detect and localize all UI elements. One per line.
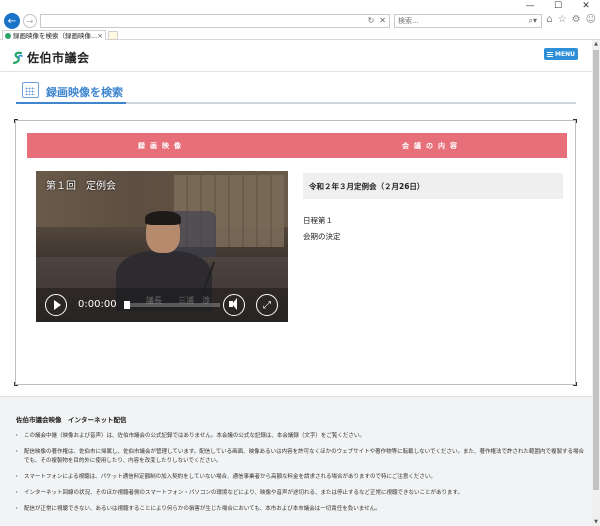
note-item: この議会中継（映像および音声）は、佐伯市議会の公式記録ではありません。本会議の公… xyxy=(14,432,586,441)
page-heading: 録画映像を検索 xyxy=(16,80,576,105)
hamburger-icon xyxy=(547,51,554,57)
notes-list: この議会中継（映像および音声）は、佐伯市議会の公式記録ではありません。本会議の公… xyxy=(14,432,586,521)
corner-mark xyxy=(14,119,18,123)
arrow-left-icon: ← xyxy=(7,15,17,27)
arrow-right-icon: → xyxy=(26,16,34,26)
video-frame-speaker-hair xyxy=(145,211,181,225)
note-item: インターネット回線の状況、そのほか視聴者側のスマートフォン・パソコンの環境などに… xyxy=(14,489,586,498)
scroll-down-icon[interactable]: ▼ xyxy=(592,518,600,526)
corner-mark xyxy=(573,119,577,123)
video-player[interactable]: 第１回 定例会 議長 三浦 渉 0:00:00 ⤢ xyxy=(36,171,288,322)
note-item: スマートフォンによる視聴は、パケット通信料定額制の加入契約をしていない場合、通信… xyxy=(14,473,586,482)
video-controls: 0:00:00 ⤢ xyxy=(36,288,288,322)
window-titlebar: — ☐ ✕ xyxy=(0,0,600,12)
video-caption: 第１回 定例会 xyxy=(46,181,116,192)
minimize-button[interactable]: — xyxy=(516,0,544,12)
browser-tabbar: 録画映像を検索（録画映像... × xyxy=(0,30,600,41)
gear-icon[interactable]: ⚙ xyxy=(572,14,581,25)
video-progress-bar[interactable] xyxy=(124,303,220,307)
forward-button[interactable]: → xyxy=(23,14,37,28)
video-time: 0:00:00 xyxy=(78,299,117,310)
agenda-item[interactable]: 会期の決定 xyxy=(303,229,341,245)
session-title: 令和２年３月定例会（２月26日） xyxy=(309,182,425,191)
logo-text: 佐伯市議会 xyxy=(27,51,90,65)
site-favicon-icon xyxy=(5,33,11,39)
home-icon[interactable]: ⌂ xyxy=(546,14,552,25)
scrollbar-thumb[interactable] xyxy=(593,50,599,490)
menu-button[interactable]: MENU xyxy=(544,48,578,60)
note-item: 配信が正常に視聴できない、あるいは視聴することにより何らかの損害が生じた場合にお… xyxy=(14,505,586,514)
calendar-icon xyxy=(22,82,39,98)
session-box: 令和２年３月定例会（２月26日） xyxy=(303,173,563,199)
address-bar[interactable]: ↻ ✕ xyxy=(40,14,390,28)
notes-title: 佐伯市議会映像 インターネット配信 xyxy=(16,416,127,424)
browser-toolbar-icons: ⌂ ☆ ⚙ ☺ xyxy=(546,14,596,25)
back-button[interactable]: ← xyxy=(4,13,20,29)
maximize-button[interactable]: ☐ xyxy=(544,0,572,12)
corner-mark xyxy=(573,382,577,386)
video-progress-handle[interactable] xyxy=(124,301,130,309)
page-title: 録画映像を検索 xyxy=(46,86,123,99)
note-item: 配信映像の著作権は、佐伯市に帰属し、佐伯市議会が管理しています。配信している画面… xyxy=(14,448,586,466)
star-icon[interactable]: ☆ xyxy=(558,14,567,25)
smiley-icon[interactable]: ☺ xyxy=(586,14,596,25)
heading-divider-accent xyxy=(16,102,126,104)
video-panel: 録画映像 会議の内容 第１回 定例会 議長 三浦 渉 0:00:00 ⤢ 令和２… xyxy=(14,119,577,386)
refresh-icon[interactable]: ↻ xyxy=(368,15,375,27)
site-logo[interactable]: 佐伯市議会 xyxy=(12,49,90,66)
tab-label: 録画映像を検索（録画映像... xyxy=(13,32,98,40)
stop-icon[interactable]: ✕ xyxy=(379,15,386,27)
agenda-list: 日程第１ 会期の決定 xyxy=(303,213,341,245)
close-window-button[interactable]: ✕ xyxy=(572,0,600,12)
header-video: 録画映像 xyxy=(138,141,186,150)
logo-mark-icon xyxy=(12,51,23,64)
play-button[interactable] xyxy=(45,294,67,316)
fullscreen-button[interactable]: ⤢ xyxy=(256,294,278,316)
browser-navbar: ← → ↻ ✕ ⌕▾ ⌂ ☆ ⚙ ☺ xyxy=(0,12,600,30)
corner-mark xyxy=(14,382,18,386)
volume-button[interactable] xyxy=(223,294,245,316)
header-content: 会議の内容 xyxy=(402,141,462,150)
scroll-up-icon[interactable]: ▲ xyxy=(592,40,600,48)
browser-search-input[interactable] xyxy=(395,15,513,27)
site-header: 佐伯市議会 MENU xyxy=(0,40,592,72)
table-header: 録画映像 会議の内容 xyxy=(27,133,567,158)
menu-label: MENU xyxy=(555,50,575,58)
window-controls: — ☐ ✕ xyxy=(516,0,600,12)
new-tab-button[interactable] xyxy=(108,31,118,40)
notes-section: 佐伯市議会映像 インターネット配信 この議会中継（映像および音声）は、佐伯市議会… xyxy=(0,396,592,526)
page-scrollbar[interactable]: ▲ ▼ xyxy=(592,40,600,526)
browser-search-box[interactable]: ⌕▾ xyxy=(394,14,542,28)
fullscreen-icon: ⤢ xyxy=(263,299,271,311)
agenda-item[interactable]: 日程第１ xyxy=(303,213,341,229)
search-icon[interactable]: ⌕▾ xyxy=(529,15,538,27)
